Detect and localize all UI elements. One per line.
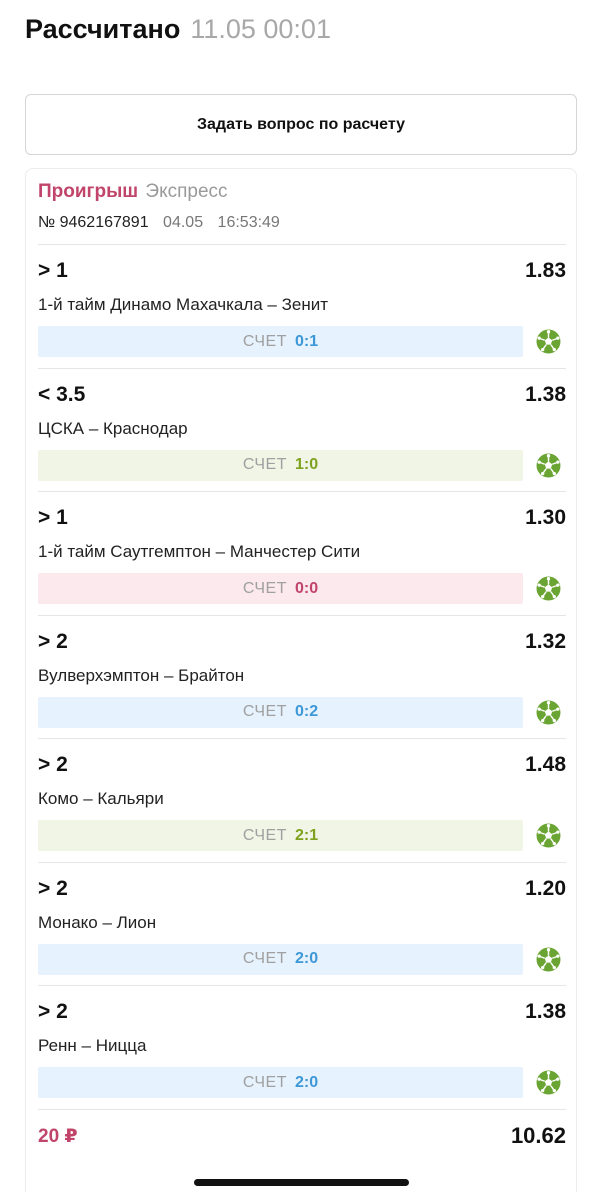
total-coefficient: 10.62 [510,1123,566,1148]
score-label: СЧЕТ [242,456,287,473]
selection-row: > 2 1.32 Вулверхэмптон – Брайтон СЧЕТ 0:2 [38,614,566,739]
score-value: 0:1 [295,332,319,350]
selection-row: > 1 1.30 1-й тайм Саутгемптон – Манчестер … [38,491,566,615]
bet-time: 16:53:49 [217,214,280,231]
score-bar: СЧЕТ 2:1 [38,820,523,851]
selections-list: > 1 1.83 1-й тайм Динамо Махачкала – Зенит… [38,244,566,1109]
score-bar: СЧЕТ 2:0 [38,1067,523,1098]
selection-outcome: > 1 [38,259,68,282]
page-header: Рассчитано 11.05 00:01 [25,14,331,50]
selection-coefficient: 1.32 [525,629,566,653]
ask-question-button[interactable]: Задать вопрос по расчету [25,94,577,155]
selection-row: < 3.5 1.38 ЦСКА – Краснодар СЧЕТ 1:0 [38,367,566,492]
score-value: 2:0 [295,1073,319,1091]
settled-datetime: 11.05 00:01 [190,14,331,44]
selection-event: ЦСКА – Краснодар [38,418,188,438]
selection-outcome: > 2 [38,753,68,776]
soccer-ball-icon [536,576,561,601]
soccer-ball-icon [536,453,561,478]
selection-outcome: > 1 [38,506,68,529]
selection-coefficient: 1.83 [525,259,566,282]
page-title: Рассчитано [25,14,181,44]
score-value: 2:0 [295,950,319,967]
selection-row: > 2 1.20 Монако – Лион СЧЕТ 2:0 [38,861,566,986]
score-bar: СЧЕТ 1:0 [38,449,523,481]
score-bar: СЧЕТ 0:0 [38,573,523,604]
soccer-ball-icon [536,700,561,725]
bet-number: № 9462167891 [38,214,149,231]
selection-outcome: > 2 [38,1000,68,1023]
home-indicator[interactable] [194,1179,409,1186]
score-label: СЧЕТ [242,1073,287,1091]
soccer-ball-icon [536,823,561,848]
bet-footer: 20 ₽ 10.62 [38,1109,566,1159]
bet-status: Проигрыш [38,181,139,202]
score-label: СЧЕТ [242,950,287,967]
selection-event: Монако – Лион [38,912,157,932]
score-bar: СЧЕТ 0:2 [38,696,523,728]
selection-event: 1-й тайм Саутгемптон – Манчестер Сити [38,542,361,561]
bet-meta: № 9462167891 04.05 16:53:49 [38,214,280,232]
selection-coefficient: 1.48 [525,753,566,776]
score-label: СЧЕТ [242,826,287,844]
selection-row: > 2 1.38 Ренн – Ницца СЧЕТ 2:0 [38,985,566,1109]
selection-outcome: < 3.5 [38,382,86,406]
bet-status-line: Проигрыш Экспресс [38,181,228,203]
selection-coefficient: 1.38 [525,382,566,406]
selection-event: Ренн – Ницца [38,1036,147,1055]
score-label: СЧЕТ [242,332,287,350]
selection-event: Комо – Кальяри [38,789,164,808]
score-label: СЧЕТ [242,703,287,720]
selection-coefficient: 1.38 [525,1000,566,1023]
score-bar: СЧЕТ 2:0 [38,943,523,975]
score-value: 2:1 [295,826,319,844]
soccer-ball-icon [536,1070,561,1095]
soccer-ball-icon [536,947,561,972]
selection-row: > 1 1.83 1-й тайм Динамо Махачкала – Зенит… [38,244,566,368]
stake-amount: 20 ₽ [38,1126,78,1147]
selection-event: 1-й тайм Динамо Махачкала – Зенит [38,295,328,314]
selection-coefficient: 1.30 [525,506,566,529]
bet-card: Проигрыш Экспресс № 9462167891 04.05 16:… [25,168,577,1192]
selection-row: > 2 1.48 Комо – Кальяри СЧЕТ 2:1 [38,738,566,862]
score-value: 1:0 [295,456,319,473]
selection-outcome: > 2 [38,876,68,900]
score-value: 0:2 [295,703,319,720]
soccer-ball-icon [536,329,561,354]
selection-outcome: > 2 [38,629,68,653]
bet-type: Экспресс [145,181,228,202]
score-label: СЧЕТ [242,579,287,597]
selection-event: Вулверхэмптон – Брайтон [38,665,245,685]
bet-date: 04.05 [163,214,204,231]
score-bar: СЧЕТ 0:1 [38,326,523,357]
score-value: 0:0 [295,579,319,597]
selection-coefficient: 1.20 [525,876,566,900]
